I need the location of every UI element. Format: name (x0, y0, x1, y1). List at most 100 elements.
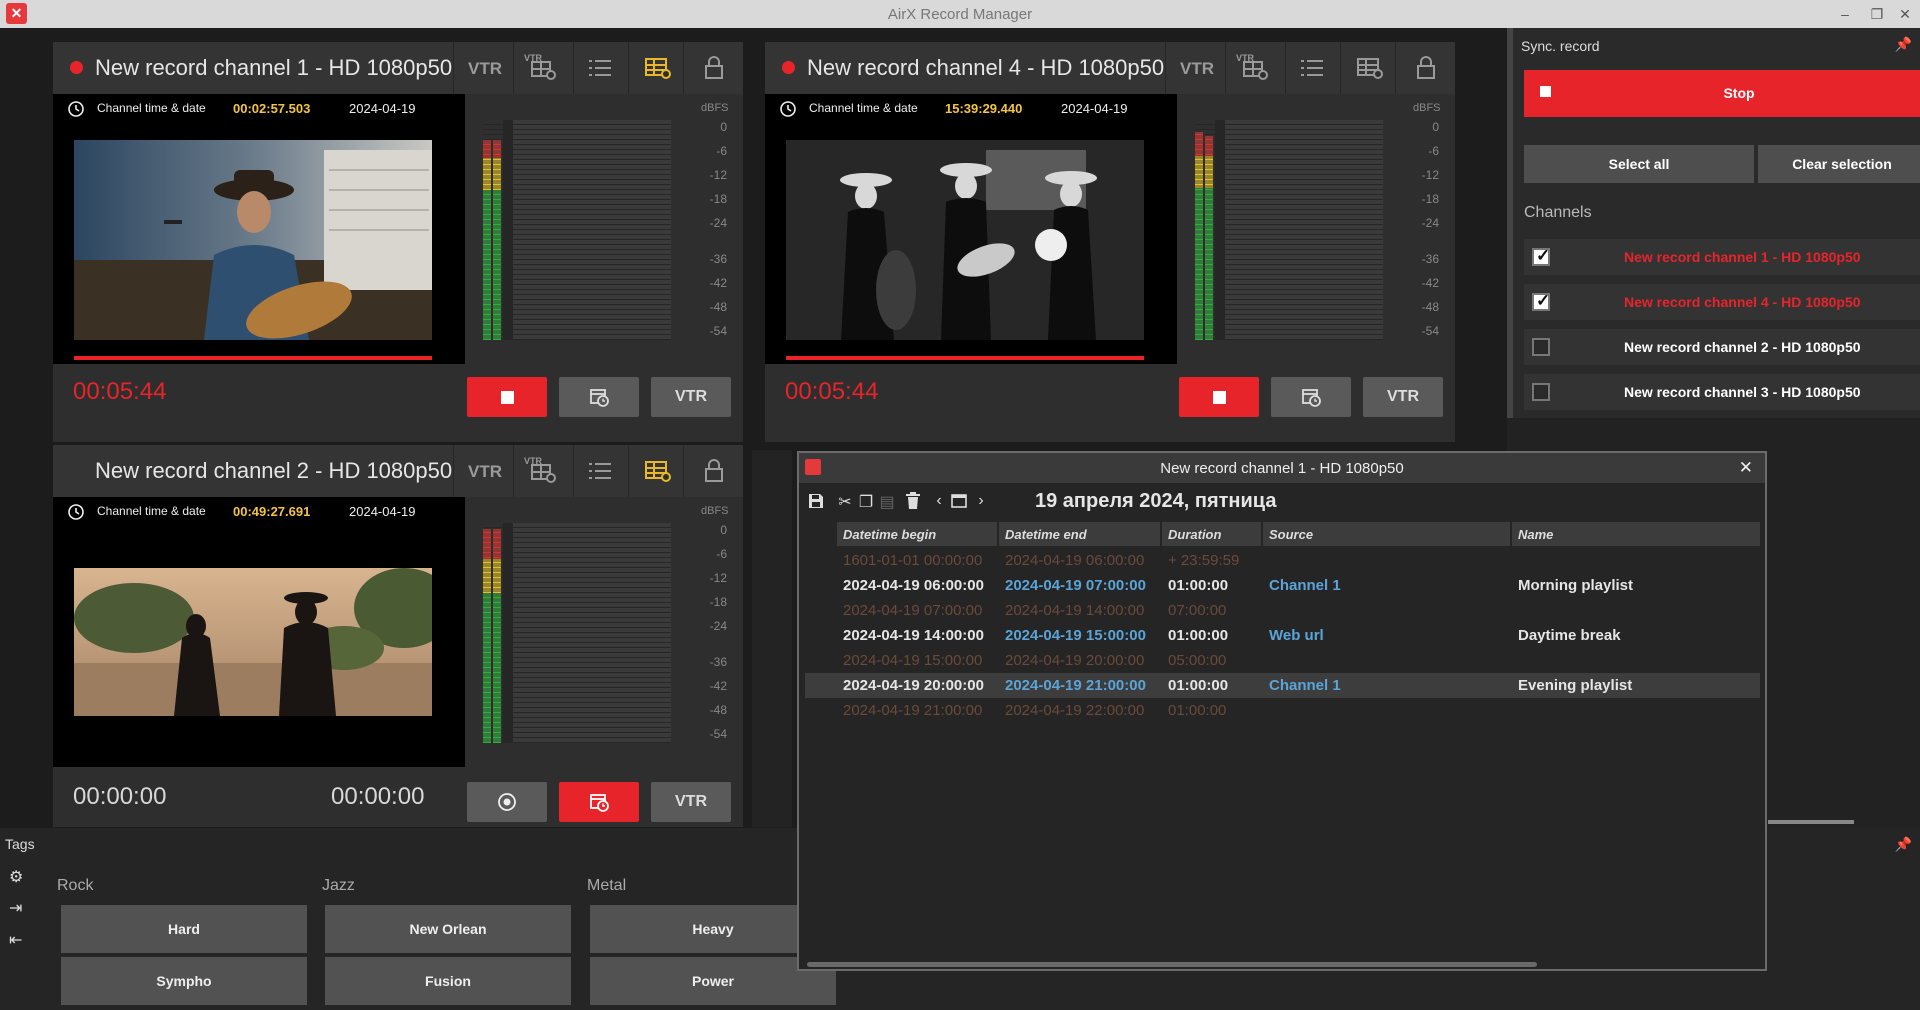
table-row[interactable]: 1601-01-01 00:00:00 2024-04-19 06:00:00 … (805, 548, 1760, 573)
db-tick: -48 (709, 703, 727, 717)
vtr-grid-icon[interactable]: VTR (524, 456, 559, 485)
gear-icon[interactable]: ⚙ (9, 867, 29, 887)
sync-channel-row[interactable]: ✓ New record channel 4 - HD 1080p50 (1524, 284, 1920, 320)
channel-time-label: Channel time & date (97, 504, 206, 518)
export-icon[interactable]: ⇥ (9, 898, 29, 918)
horizontal-scrollbar[interactable] (1768, 820, 1854, 824)
minimize-button[interactable]: – (1834, 3, 1856, 25)
chevron-right-icon[interactable]: › (971, 492, 991, 512)
table-row[interactable]: 2024-04-19 07:00:00 2024-04-19 14:00:00 … (805, 598, 1760, 623)
cut-icon[interactable]: ✂ (835, 492, 855, 512)
stop-record-button[interactable] (467, 377, 547, 417)
sync-channel-row[interactable]: New record channel 2 - HD 1080p50 (1524, 329, 1920, 365)
sync-channel-row[interactable]: ✓ New record channel 1 - HD 1080p50 (1524, 239, 1920, 275)
list-icon[interactable] (585, 457, 615, 485)
vtr-grid-icon[interactable]: VTR (1236, 53, 1271, 82)
db-tick: -6 (1428, 144, 1439, 158)
record-button[interactable] (467, 782, 547, 822)
audio-meter: dBFS 0 -6 -12 -18 -24 -36 -42 -48 -54 (465, 497, 743, 767)
column-header[interactable]: Name (1512, 522, 1760, 546)
cell-duration: 05:00:00 (1168, 652, 1227, 669)
app-window: ✕ AirX Record Manager – ❐ ✕ New record c… (0, 0, 1920, 1010)
dialog-horizontal-scrollbar[interactable] (807, 962, 1537, 967)
title-bar: ✕ AirX Record Manager – ❐ ✕ (0, 0, 1920, 28)
recording-progress-bar (74, 356, 432, 360)
cell-begin: 2024-04-19 15:00:00 (843, 652, 983, 669)
sync-stop-button[interactable]: Stop (1524, 70, 1920, 117)
paste-icon[interactable]: ▤ (877, 492, 897, 512)
remaining-timer: 00:00:00 (331, 783, 425, 810)
cell-source: Channel 1 (1269, 677, 1341, 694)
table-row[interactable]: 2024-04-19 15:00:00 2024-04-19 20:00:00 … (805, 648, 1760, 673)
close-icon[interactable]: ✕ (1739, 458, 1753, 478)
record-indicator-icon (782, 61, 795, 74)
select-all-button[interactable]: Select all (1524, 145, 1754, 183)
lock-icon[interactable] (1411, 54, 1441, 82)
stop-record-button[interactable] (1179, 377, 1259, 417)
tag-button[interactable]: Sympho (61, 957, 307, 1005)
delete-icon[interactable] (903, 492, 923, 512)
schedule-button[interactable] (1271, 377, 1351, 417)
schedule-grid-icon[interactable] (1355, 54, 1385, 82)
table-row-selected[interactable]: 2024-04-19 20:00:00 2024-04-19 21:00:00 … (805, 673, 1760, 698)
channels-header: Channels (1524, 204, 1592, 221)
vtr-mode-label[interactable]: VTR (1180, 59, 1214, 79)
save-icon[interactable] (806, 492, 826, 512)
db-tick: -36 (709, 252, 727, 266)
table-row[interactable]: 2024-04-19 14:00:00 2024-04-19 15:00:00 … (805, 623, 1760, 648)
db-tick: -42 (709, 276, 727, 290)
tag-button[interactable]: Hard (61, 905, 307, 953)
copy-icon[interactable]: ❐ (856, 492, 876, 512)
sync-channel-row[interactable]: New record channel 3 - HD 1080p50 (1524, 374, 1920, 410)
restore-button[interactable]: ❐ (1866, 3, 1888, 25)
audio-meter: dBFS 0 -6 -12 -18 -24 -36 -42 -48 -54 (1177, 94, 1455, 364)
db-tick: -6 (716, 144, 727, 158)
cell-duration: + 23:59:59 (1168, 552, 1240, 569)
list-icon[interactable] (585, 54, 615, 82)
vtr-mode-label[interactable]: VTR (468, 59, 502, 79)
db-tick: -24 (709, 216, 727, 230)
column-header[interactable]: Duration (1162, 522, 1261, 546)
tag-button[interactable]: New Orlean (325, 905, 571, 953)
import-icon[interactable]: ⇤ (9, 930, 29, 950)
schedule-grid-icon[interactable] (643, 457, 673, 485)
channel-checkbox[interactable]: ✓ (1532, 291, 1550, 311)
db-tick: -54 (709, 324, 727, 338)
vtr-button[interactable]: VTR (651, 782, 731, 822)
vtr-grid-icon[interactable]: VTR (524, 53, 559, 82)
calendar-icon[interactable] (949, 492, 969, 512)
column-header[interactable]: Source (1263, 522, 1510, 546)
schedule-button[interactable] (559, 782, 639, 822)
channel-panel-4: New record channel 4 - HD 1080p50 VTR VT… (765, 42, 1455, 442)
close-button[interactable]: ✕ (1894, 3, 1916, 25)
schedule-button[interactable] (559, 377, 639, 417)
list-icon[interactable] (1297, 54, 1327, 82)
lock-icon[interactable] (699, 54, 729, 82)
cell-begin: 2024-04-19 21:00:00 (843, 702, 983, 719)
channel-checkbox[interactable] (1532, 338, 1550, 356)
vtr-button[interactable]: VTR (651, 377, 731, 417)
table-row[interactable]: 2024-04-19 21:00:00 2024-04-19 22:00:00 … (805, 698, 1760, 723)
clear-selection-button[interactable]: Clear selection (1758, 145, 1920, 183)
db-tick: 0 (720, 120, 727, 134)
schedule-grid-icon[interactable] (643, 54, 673, 82)
pin-icon[interactable]: 📌 (1895, 36, 1912, 53)
cell-begin: 2024-04-19 06:00:00 (843, 577, 984, 594)
channel-time: 00:02:57.503 (233, 101, 311, 116)
channel-checkbox[interactable] (1532, 383, 1550, 401)
chevron-left-icon[interactable]: ‹ (929, 492, 949, 512)
window-title: AirX Record Manager (887, 6, 1033, 23)
column-header[interactable]: Datetime end (999, 522, 1160, 546)
table-row[interactable]: 2024-04-19 06:00:00 2024-04-19 07:00:00 … (805, 573, 1760, 598)
pin-icon[interactable]: 📌 (1895, 836, 1912, 853)
vtr-mode-label[interactable]: VTR (468, 462, 502, 482)
vtr-button[interactable]: VTR (1363, 377, 1443, 417)
panel-title: New record channel 1 - HD 1080p50 (95, 55, 453, 80)
tag-button[interactable]: Fusion (325, 957, 571, 1005)
column-header[interactable]: Datetime begin (837, 522, 997, 546)
channel-checkbox[interactable]: ✓ (1532, 246, 1550, 266)
lock-icon[interactable] (699, 457, 729, 485)
cell-begin: 1601-01-01 00:00:00 (843, 552, 983, 569)
cell-end: 2024-04-19 21:00:00 (1005, 677, 1146, 694)
db-tick: -24 (709, 619, 727, 633)
